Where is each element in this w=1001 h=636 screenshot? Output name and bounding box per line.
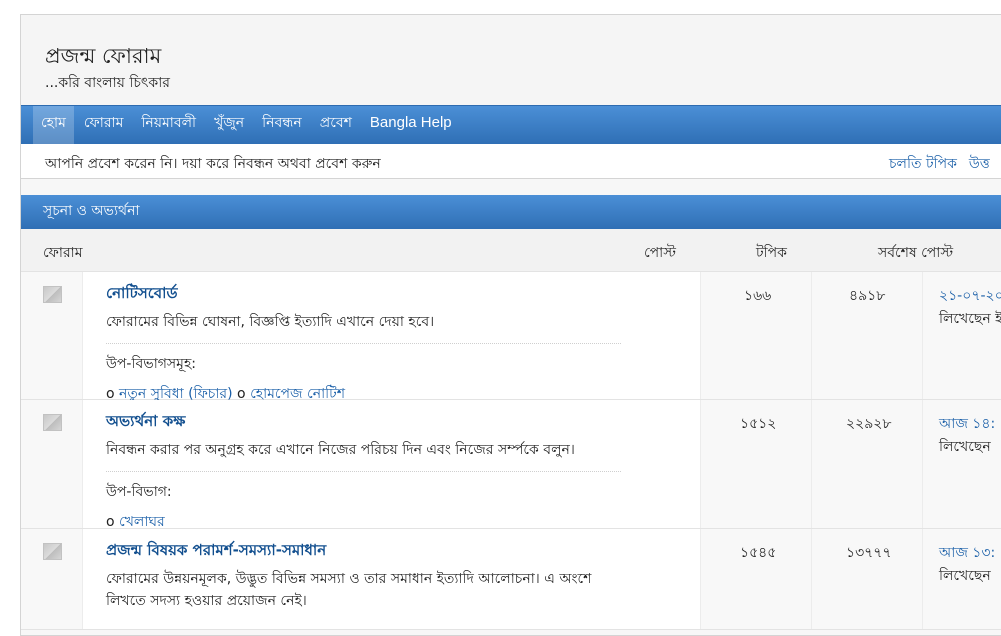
forum-title-link[interactable]: নোটিসবোর্ড xyxy=(106,282,178,307)
topics-count: ৪৯১৮ xyxy=(849,288,886,304)
forum-title-link[interactable]: অভ্যর্থনা কক্ষ xyxy=(106,410,185,435)
forum-title-link[interactable]: প্রজন্ম বিষয়ক পরামর্শ-সমস্যা-সমাধান xyxy=(106,539,326,564)
column-topics: টপিক xyxy=(756,245,787,261)
last-post-author: লিখেছেন ই xyxy=(939,311,1001,327)
forum-read-icon xyxy=(43,414,62,431)
main-navbar: হোম ফোরাম নিয়মাবলী খুঁজুন নিবন্ধন প্রবে… xyxy=(21,105,1001,145)
subforum-label: উপ-বিভাগ: xyxy=(106,484,172,500)
site-title[interactable]: প্রজন্ম ফোরাম xyxy=(45,40,161,75)
posts-count: ১৫৪৫ xyxy=(740,545,777,561)
active-topics-link[interactable]: চলতি টপিক xyxy=(889,156,957,172)
quick-links: চলতি টপিক উত্ত xyxy=(889,152,1001,176)
column-header-row: ফোরাম পোস্ট টপিক সর্বশেষ পোস্ট xyxy=(21,229,1001,272)
forum-row: অভ্যর্থনা কক্ষ নিবন্ধন করার পর অনুগ্রহ ক… xyxy=(21,400,1001,530)
column-forum: ফোরাম xyxy=(43,245,83,261)
last-post-date-link[interactable]: আজ ১৩: xyxy=(939,541,995,565)
nav-bangla-help[interactable]: Bangla Help xyxy=(362,106,460,144)
forum-description: ফোরামের বিভিন্ন ঘোষনা, বিজ্ঞপ্তি ইত্যাদি… xyxy=(106,314,435,330)
forum-description: ফোরামের উন্নয়নমূলক, উদ্ভুত বিভিন্ন সমস্… xyxy=(106,571,592,609)
nav-home[interactable]: হোম xyxy=(33,106,74,144)
login-notice-bar: আপনি প্রবেশ করেন নি। দয়া করে নিবন্ধন অথ… xyxy=(21,144,1001,179)
subforum-bullet: o xyxy=(106,514,115,530)
posts-count: ১৬৬ xyxy=(744,288,772,304)
forum-read-icon xyxy=(43,543,62,560)
category-block: সূচনা ও অভ্যর্থনা ফোরাম পোস্ট টপিক সর্বশ… xyxy=(20,195,1001,635)
login-notice-message: আপনি প্রবেশ করেন নি। দয়া করে নিবন্ধন অথ… xyxy=(45,156,381,172)
forum-row: নোটিসবোর্ড ফোরামের বিভিন্ন ঘোষনা, বিজ্ঞপ… xyxy=(21,272,1001,402)
last-post-date-link[interactable]: ২১-০৭-২০ xyxy=(939,284,1001,308)
nav-rules[interactable]: নিয়মাবলী xyxy=(133,106,204,144)
topics-count: ২২৯২৮ xyxy=(846,416,892,432)
unanswered-link[interactable]: উত্ত xyxy=(969,156,990,172)
nav-login[interactable]: প্রবেশ xyxy=(312,106,360,144)
subforum-label: উপ-বিভাগসমূহ: xyxy=(106,356,197,372)
last-post-author: লিখেছেন xyxy=(939,568,991,584)
column-last-post: সর্বশেষ পোস্ট xyxy=(878,245,954,261)
site-tagline: ...করি বাংলায় চিৎকার xyxy=(45,75,170,91)
topics-count: ১৩৭৭৭ xyxy=(846,545,892,561)
posts-count: ১৫১২ xyxy=(740,416,777,432)
forum-row: প্রজন্ম বিষয়ক পরামর্শ-সমস্যা-সমাধান ফোর… xyxy=(21,529,1001,630)
nav-register[interactable]: নিবন্ধন xyxy=(254,106,310,144)
last-post-date-link[interactable]: আজ ১৪: xyxy=(939,412,995,436)
nav-search[interactable]: খুঁজুন xyxy=(206,106,252,144)
category-title[interactable]: সূচনা ও অভ্যর্থনা xyxy=(21,195,1001,229)
forum-description: নিবন্ধন করার পর অনুগ্রহ করে এখানে নিজের … xyxy=(106,442,575,458)
nav-forum[interactable]: ফোরাম xyxy=(76,106,132,144)
forum-read-icon xyxy=(43,286,62,303)
column-posts: পোস্ট xyxy=(644,245,676,261)
last-post-author: লিখেছেন xyxy=(939,439,991,455)
site-header: প্রজন্ম ফোরাম ...করি বাংলায় চিৎকার xyxy=(21,15,1001,105)
subforum-link[interactable]: খেলাঘর xyxy=(119,514,165,530)
